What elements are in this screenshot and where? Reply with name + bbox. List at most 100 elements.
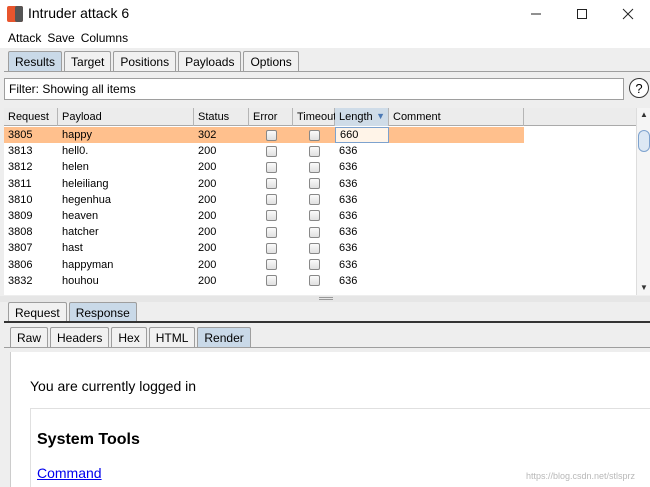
menu-save[interactable]: Save <box>47 31 74 45</box>
tab-raw[interactable]: Raw <box>10 327 49 347</box>
timeout-checkbox <box>308 259 320 270</box>
tab-request[interactable]: Request <box>8 302 67 322</box>
cell-timeout <box>293 240 335 256</box>
cell-length: 636 <box>339 258 358 271</box>
cell-status: 200 <box>198 193 217 206</box>
timeout-checkbox <box>308 210 320 222</box>
cell-request: 3810 <box>8 193 33 206</box>
error-checkbox <box>265 275 277 287</box>
timeout-checkbox <box>308 161 320 173</box>
cell-error <box>249 240 293 256</box>
tab-hex[interactable]: Hex <box>111 327 147 347</box>
filter-text: Filter: Showing all items <box>9 82 136 96</box>
error-checkbox <box>265 242 277 254</box>
response-panel: Request Response Raw Headers Hex HTML Re… <box>0 302 650 487</box>
column-header-length[interactable]: Length ▼ <box>335 108 389 126</box>
cell-status: 200 <box>198 226 217 239</box>
cell-timeout <box>293 159 335 175</box>
column-header-request[interactable]: Request <box>4 108 58 126</box>
cell-timeout <box>293 257 335 273</box>
request-tabs-divider <box>4 321 650 323</box>
help-icon[interactable]: ? <box>629 78 649 98</box>
table-row[interactable]: 3832 houhou 200 636 <box>4 273 524 289</box>
cell-error <box>249 192 293 208</box>
cell-payload: heleiliang <box>62 177 109 190</box>
timeout-checkbox <box>308 145 320 157</box>
minimize-icon[interactable] <box>513 0 559 28</box>
tab-response[interactable]: Response <box>68 302 137 322</box>
sort-descending-icon: ▼ <box>376 111 385 121</box>
error-checkbox <box>265 129 277 141</box>
cell-payload: hast <box>62 242 83 255</box>
tab-options[interactable]: Options <box>243 51 299 71</box>
cell-length: 636 <box>339 177 358 190</box>
column-header-timeout[interactable]: Timeout <box>293 108 336 126</box>
table-row[interactable]: 3813 hell0. 200 636 <box>4 143 524 159</box>
window-title: Intruder attack 6 <box>28 5 130 21</box>
column-header-payload[interactable]: Payload <box>58 108 194 126</box>
cell-error <box>249 143 293 159</box>
system-tools-heading: System Tools <box>37 431 140 448</box>
table-header: Request Payload Status Error Timeout Len… <box>4 108 636 126</box>
view-tabs-divider <box>4 347 650 348</box>
column-header-comment[interactable]: Comment <box>389 108 524 126</box>
cell-payload: happyman <box>62 258 114 271</box>
cell-status: 200 <box>198 161 217 174</box>
timeout-checkbox <box>308 275 320 287</box>
menu-columns[interactable]: Columns <box>81 31 128 45</box>
burp-app-icon <box>7 6 23 22</box>
tab-results[interactable]: Results <box>8 51 63 71</box>
table-row[interactable]: 3809 heaven 200 636 <box>4 208 524 224</box>
cell-request: 3808 <box>8 226 33 239</box>
tab-html[interactable]: HTML <box>148 327 196 347</box>
timeout-checkbox <box>308 194 320 206</box>
scrollbar-thumb[interactable] <box>638 130 650 152</box>
timeout-checkbox <box>308 226 320 238</box>
cell-payload: heaven <box>62 209 99 222</box>
tab-headers[interactable]: Headers <box>50 327 110 347</box>
tab-render[interactable]: Render <box>197 327 251 347</box>
column-header-error[interactable]: Error <box>249 108 293 126</box>
menu-bar: Attack Save Columns <box>0 28 650 48</box>
view-tabs: Raw Headers Hex HTML Render <box>10 327 251 347</box>
tab-target[interactable]: Target <box>64 51 112 71</box>
title-bar: Intruder attack 6 <box>0 0 650 28</box>
cell-timeout <box>293 127 335 143</box>
table-row[interactable]: 3810 hegenhua 200 636 <box>4 192 524 208</box>
cell-status: 302 <box>198 129 217 141</box>
cell-length: 636 <box>339 242 358 255</box>
table-row[interactable]: 3808 hatcher 200 636 <box>4 224 524 240</box>
cell-payload: hegenhua <box>62 193 111 206</box>
cell-status: 200 <box>198 209 217 222</box>
table-row[interactable]: 3805 happy 302 660 <box>4 127 524 144</box>
table-row[interactable]: 3807 hast 200 636 <box>4 240 524 256</box>
scroll-down-icon[interactable]: ▼ <box>640 283 648 292</box>
error-checkbox <box>265 161 277 173</box>
error-checkbox <box>265 145 277 157</box>
close-icon[interactable] <box>605 0 650 28</box>
cell-length: 636 <box>339 193 358 206</box>
cell-status: 200 <box>198 258 217 271</box>
timeout-checkbox <box>308 129 320 141</box>
scroll-up-icon[interactable]: ▲ <box>640 110 648 119</box>
maximize-icon[interactable] <box>559 0 605 28</box>
splitter-grip-icon[interactable] <box>319 297 333 300</box>
command-link[interactable]: Command <box>37 465 102 481</box>
cell-request: 3806 <box>8 258 33 271</box>
cell-error <box>249 224 293 240</box>
filter-bar[interactable]: Filter: Showing all items <box>4 78 624 100</box>
tab-payloads[interactable]: Payloads <box>178 51 242 71</box>
error-checkbox <box>265 178 277 190</box>
cell-error <box>249 127 293 143</box>
cell-length: 636 <box>339 209 358 222</box>
results-panel: Results Target Positions Payloads Option… <box>0 48 650 296</box>
table-row[interactable]: 3812 helen 200 636 <box>4 159 524 175</box>
menu-attack[interactable]: Attack <box>8 31 41 45</box>
table-row[interactable]: 3811 heleiliang 200 636 <box>4 176 524 192</box>
table-row[interactable]: 3806 happyman 200 636 <box>4 257 524 273</box>
table-scrollbar[interactable]: ▲ ▼ <box>636 108 650 295</box>
column-header-status[interactable]: Status <box>194 108 249 126</box>
cell-error <box>249 273 293 289</box>
tab-positions[interactable]: Positions <box>113 51 177 71</box>
cell-timeout <box>293 273 335 289</box>
